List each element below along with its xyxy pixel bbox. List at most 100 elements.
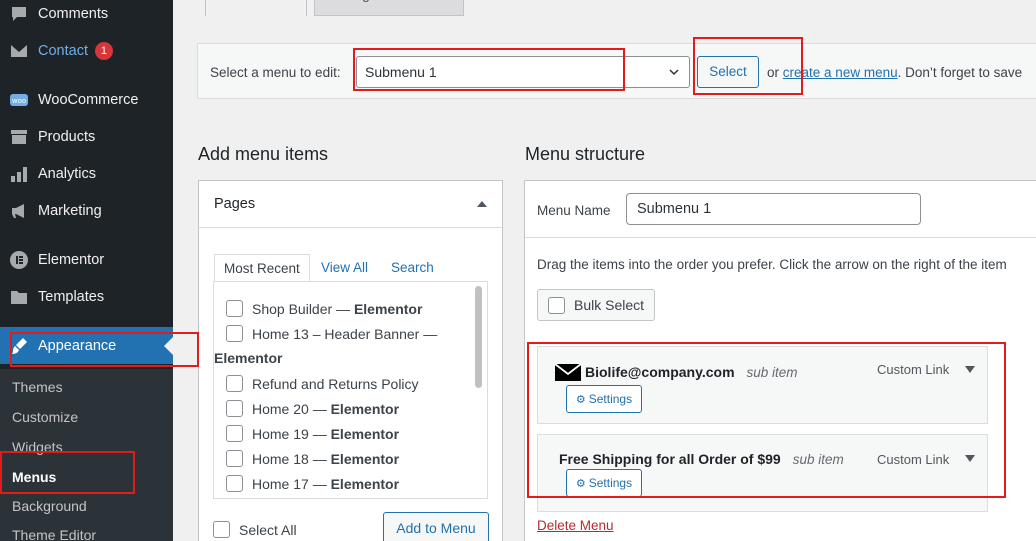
nav-comments-label: Comments	[38, 5, 109, 22]
active-menu-notch	[164, 337, 173, 355]
envelope-icon	[0, 41, 38, 61]
menu-select-value: Submenu 1	[365, 64, 437, 80]
create-new-menu-link[interactable]: create a new menu	[783, 65, 898, 80]
menu-item-card[interactable]: Free Shipping for all Order of $99 sub i…	[537, 434, 988, 512]
menu-item-card[interactable]: Biolife@company.com sub item Custom Link…	[537, 346, 988, 424]
delete-menu-link[interactable]: Delete Menu	[537, 518, 614, 533]
divider	[525, 237, 1036, 238]
settings-label: Settings	[588, 476, 633, 490]
bulk-select-checkbox[interactable]	[548, 296, 565, 314]
or-label: or	[767, 65, 780, 80]
gear-icon: ⚙	[575, 477, 586, 490]
save-hint: . Don’t forget to save	[897, 65, 1023, 80]
list-item[interactable]: Shop Builder — Elementor	[226, 300, 422, 317]
menu-select-dropdown[interactable]: Submenu 1	[356, 56, 690, 88]
tab-most-recent[interactable]: Most Recent	[214, 254, 310, 282]
bulk-select-button[interactable]: Bulk Select	[537, 289, 655, 321]
list-item[interactable]: Refund and Returns Policy	[226, 375, 419, 392]
nav-contact[interactable]: Contact 1	[0, 32, 173, 69]
folder-icon	[0, 287, 38, 307]
nav-comments[interactable]: Comments	[0, 0, 173, 32]
submenu-widgets[interactable]: Widgets	[12, 439, 63, 455]
nav-analytics[interactable]: Analytics	[0, 155, 173, 192]
page-checkbox[interactable]	[226, 375, 243, 392]
add-to-menu-button[interactable]: Add to Menu	[383, 512, 489, 541]
page-title: Shop Builder	[252, 300, 333, 317]
expand-arrow-icon[interactable]	[965, 455, 975, 462]
menu-item-title: Free Shipping for all Order of $99 sub i…	[559, 451, 844, 467]
pages-panel-header[interactable]: Pages	[199, 181, 502, 228]
archive-icon	[0, 127, 38, 147]
page-checkbox[interactable]	[226, 425, 243, 442]
list-scrollbar[interactable]	[475, 286, 482, 388]
menu-item-settings-button[interactable]: ⚙ Settings	[566, 469, 642, 497]
menu-item-label: Free Shipping for all Order of $99	[559, 451, 781, 467]
tab-manage-locations[interactable]: Manage Locations	[314, 0, 464, 16]
menu-item-settings-button[interactable]: ⚙ Settings	[566, 385, 642, 413]
drag-instructions: Drag the items into the order you prefer…	[537, 257, 1007, 272]
appearance-submenu: Themes Customize Widgets Menus Backgroun…	[0, 369, 173, 541]
collapse-arrow-icon[interactable]	[477, 201, 487, 207]
megaphone-icon	[0, 201, 38, 221]
nav-templates[interactable]: Templates	[0, 278, 173, 315]
select-all-label: Select All	[239, 521, 297, 538]
page-checkbox[interactable]	[226, 450, 243, 467]
nav-appearance[interactable]: Appearance	[0, 327, 173, 364]
list-item-wrap: Elementor	[214, 350, 282, 366]
menu-item-sub: sub item	[792, 451, 844, 467]
bar-chart-icon	[0, 164, 38, 184]
expand-arrow-icon[interactable]	[965, 366, 975, 373]
add-menu-items-heading: Add menu items	[198, 144, 329, 164]
nav-analytics-label: Analytics	[38, 165, 97, 182]
page-suffix: Elementor	[330, 425, 400, 442]
admin-sidebar: Comments Contact 1 woo WooCommerce Produ…	[0, 0, 173, 541]
page-title: Home 17	[252, 475, 309, 492]
select-all-checkbox[interactable]	[213, 521, 230, 538]
nav-woocommerce[interactable]: woo WooCommerce	[0, 81, 173, 118]
tab-view-all[interactable]: View All	[312, 254, 377, 282]
page-suffix: Elementor	[330, 400, 400, 417]
contact-count-badge: 1	[94, 41, 113, 60]
nav-contact-label: Contact	[38, 42, 88, 59]
select-button[interactable]: Select	[697, 56, 759, 88]
bulk-select-label: Bulk Select	[574, 297, 645, 313]
list-item[interactable]: Home 17 — Elementor	[226, 475, 399, 492]
menu-structure-heading: Menu structure	[525, 144, 646, 164]
menu-item-type: Custom Link	[877, 362, 950, 377]
nav-appearance-label: Appearance	[38, 337, 117, 354]
submenu-customize[interactable]: Customize	[12, 409, 78, 425]
create-menu-text: or create a new menu. Don’t forget to sa…	[767, 65, 1022, 80]
nav-products[interactable]: Products	[0, 118, 173, 155]
page-title: Refund and Returns Policy	[252, 375, 419, 392]
submenu-menus[interactable]: Menus	[12, 469, 56, 485]
page-checkbox[interactable]	[226, 325, 243, 342]
nav-templates-label: Templates	[38, 288, 105, 305]
svg-text:woo: woo	[12, 97, 26, 105]
select-all-control[interactable]: Select All	[213, 521, 297, 538]
tab-edit-menus[interactable]: Edit Menus	[205, 0, 307, 16]
submenu-theme-editor[interactable]: Theme Editor	[12, 527, 96, 541]
tab-search[interactable]: Search	[382, 254, 443, 282]
menu-name-input[interactable]: Submenu 1	[626, 193, 921, 225]
submenu-themes[interactable]: Themes	[12, 379, 63, 395]
gear-icon: ⚙	[575, 393, 586, 406]
list-item[interactable]: Home 13 – Header Banner —	[226, 325, 437, 342]
list-item[interactable]: Home 20 — Elementor	[226, 400, 399, 417]
page-checkbox[interactable]	[226, 475, 243, 492]
nav-woocommerce-label: WooCommerce	[38, 91, 139, 108]
page-suffix: Elementor	[330, 475, 400, 492]
list-item[interactable]: Home 19 — Elementor	[226, 425, 399, 442]
select-menu-label: Select a menu to edit:	[210, 65, 341, 80]
page-title: Home 20	[252, 400, 309, 417]
list-item[interactable]: Home 18 — Elementor	[226, 450, 399, 467]
nav-marketing-label: Marketing	[38, 202, 102, 219]
page-suffix: Elementor	[353, 300, 423, 317]
submenu-background[interactable]: Background	[12, 498, 87, 514]
pages-panel: Pages Most Recent View All Search Shop B…	[198, 180, 503, 541]
nav-elementor[interactable]: Elementor	[0, 241, 173, 278]
nav-marketing[interactable]: Marketing	[0, 192, 173, 229]
page-checkbox[interactable]	[226, 400, 243, 417]
menu-item-title: Biolife@company.com sub item	[554, 362, 798, 382]
envelope-icon	[554, 363, 582, 381]
page-checkbox[interactable]	[226, 300, 243, 317]
